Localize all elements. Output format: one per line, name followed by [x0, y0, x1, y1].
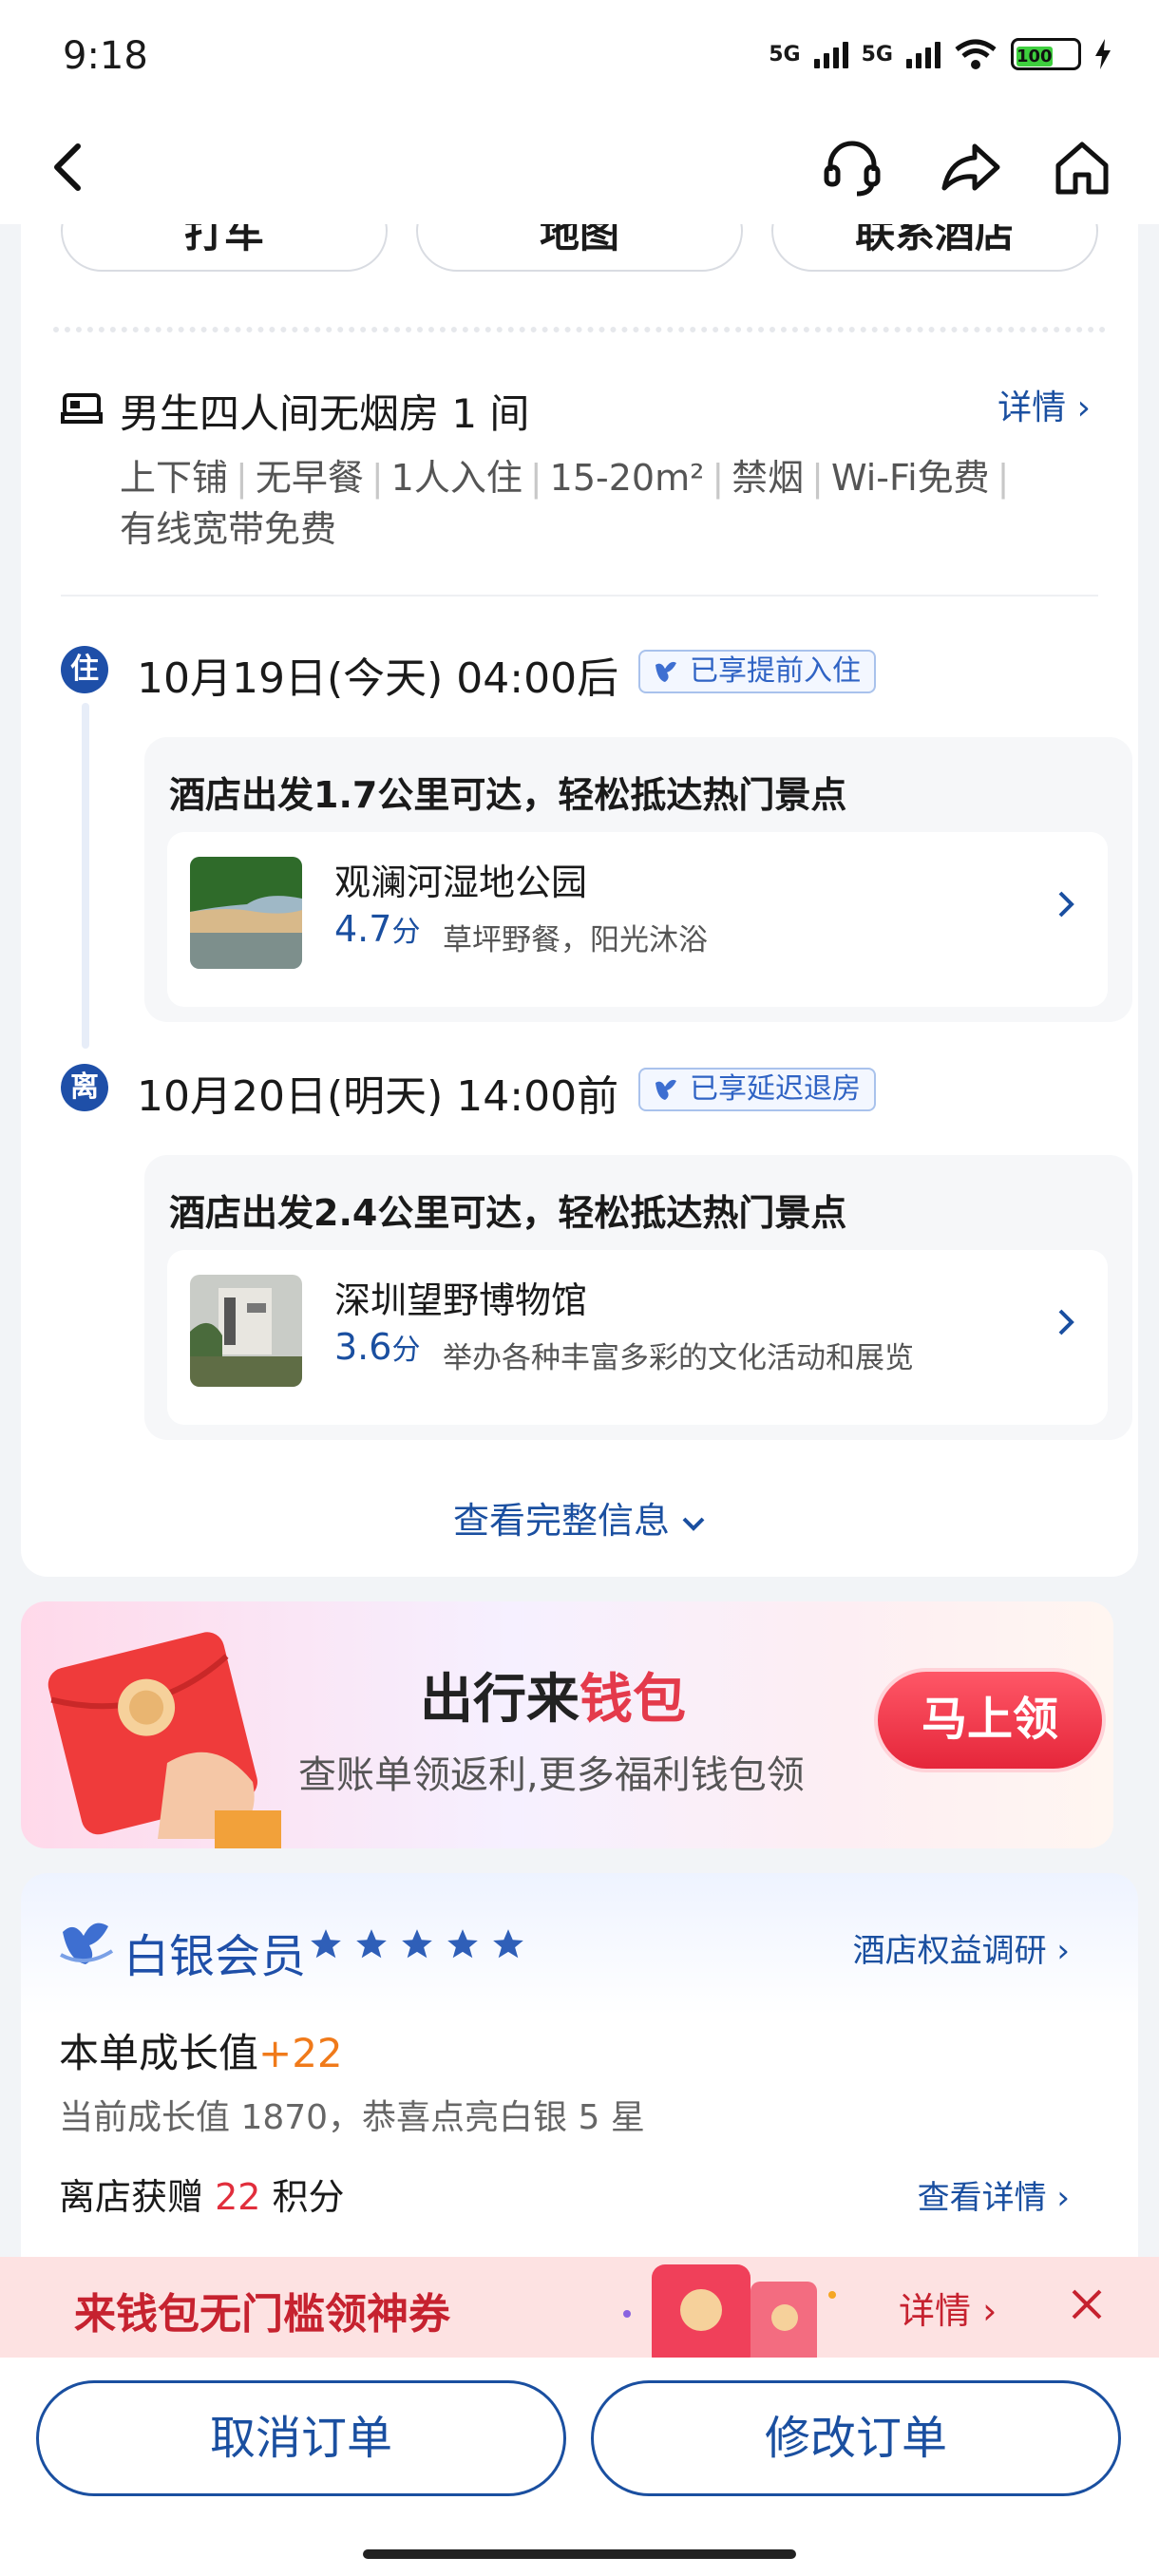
wallet-promo-banner[interactable]: 出行来钱包 查账单领返利,更多福利钱包领 马上领 — [21, 1601, 1113, 1848]
member-bird-icon — [60, 1923, 114, 1964]
room-facilities: 上下铺 | 无早餐 | 1人入住 | 15-20m² | 禁烟 | Wi-Fi免费 | 有线宽带免费 — [120, 457, 1010, 550]
spot-score-1: 4.7分 — [334, 908, 421, 950]
action-buttons-row: 打车 地图 联系酒店 — [0, 224, 1159, 281]
section-divider — [61, 595, 1098, 597]
checkin-date: 10月19日(今天) 04:00后 — [137, 654, 619, 703]
bottom-action-bar: 取消订单 修改订单 — [0, 2358, 1159, 2576]
chevron-down-icon — [682, 1517, 705, 1531]
signal-icon — [813, 40, 848, 68]
star-icon — [493, 1929, 523, 1959]
checkout-points: 离店获赠 22 积分 — [59, 2176, 345, 2218]
promo-subtitle: 查账单领返利,更多福利钱包领 — [298, 1753, 805, 1797]
spot-name-1: 观澜河湿地公园 — [334, 862, 588, 903]
red-envelope-icon — [623, 2264, 836, 2358]
customer-service-icon[interactable] — [819, 135, 885, 201]
spot-score-2: 3.6分 — [334, 1326, 421, 1368]
status-bar: 9:18 5G 5G 100 — [0, 0, 1159, 114]
promo-title: 出行来钱包 — [420, 1669, 686, 1731]
cancel-order-button[interactable]: 取消订单 — [36, 2380, 566, 2496]
checkin-badge: 住 — [61, 646, 108, 693]
order-growth-value: 本单成长值+22 — [59, 2030, 343, 2076]
network-label-2: 5G — [861, 42, 893, 66]
star-icon — [356, 1929, 387, 1959]
back-icon[interactable] — [42, 139, 99, 196]
wifi-icon — [955, 39, 997, 69]
room-title: 男生四人间无烟房 1 间 — [120, 390, 530, 437]
bed-icon — [61, 393, 103, 424]
points-detail-link[interactable]: 查看详情 › — [918, 2171, 1070, 2218]
spot-card-1[interactable]: 观澜河湿地公园 4.7分 草坪野餐，阳光沐浴 — [167, 832, 1108, 1007]
timeline-line — [82, 703, 89, 1049]
chevron-right-icon — [1058, 891, 1074, 918]
bird-icon — [656, 1079, 676, 1100]
member-level: 白银会员 — [124, 1930, 307, 1983]
checkout-nearby-title: 酒店出发2.4公里可达，轻松抵达热门景点 — [169, 1192, 847, 1234]
spot-thumbnail-2 — [190, 1275, 302, 1387]
checkout-nearby-section: 酒店出发2.4公里可达，轻松抵达热门景点 深圳望野博物馆 3.6分 举办各种丰富… — [144, 1155, 1132, 1440]
chevron-right-icon: › — [982, 2290, 998, 2332]
hotel-benefits-survey-link[interactable]: 酒店权益调研 › — [853, 1924, 1070, 1971]
claim-now-button[interactable]: 马上领 — [874, 1668, 1106, 1772]
spot-desc-2: 举办各种丰富多彩的文化活动和展览 — [443, 1341, 914, 1375]
dotted-divider — [53, 327, 1106, 332]
checkout-badge: 离 — [61, 1064, 108, 1111]
checkin-nearby-title: 酒店出发1.7公里可达，轻松抵达热门景点 — [169, 774, 847, 816]
checkin-nearby-section: 酒店出发1.7公里可达，轻松抵达热门景点 观澜河湿地公园 4.7分 草坪野餐，阳… — [144, 737, 1132, 1022]
spot-thumbnail-1 — [190, 857, 302, 969]
status-time: 9:18 — [63, 34, 148, 78]
view-full-info-link[interactable]: 查看完整信息 — [0, 1491, 1159, 1544]
nav-bar — [0, 114, 1159, 224]
close-icon[interactable] — [1064, 2282, 1110, 2327]
room-detail-link[interactable]: 详情 › — [998, 380, 1091, 429]
home-indicator[interactable] — [363, 2549, 796, 2559]
late-checkout-tag: 已享延迟退房 — [638, 1068, 876, 1111]
charging-icon — [1095, 39, 1111, 69]
star-icon — [402, 1929, 432, 1959]
status-icons: 5G 5G 100 — [769, 38, 1112, 70]
contact-hotel-button[interactable]: 联系酒店 — [771, 224, 1098, 272]
coupon-text: 来钱包无门槛领神券 — [74, 2290, 450, 2339]
coupon-strip[interactable]: 来钱包无门槛领神券 详情 › — [0, 2257, 1159, 2358]
taxi-button[interactable]: 打车 — [61, 224, 388, 272]
chevron-right-icon: › — [1056, 1932, 1070, 1970]
checkout-date: 10月20日(明天) 14:00前 — [137, 1072, 619, 1121]
home-icon[interactable] — [1049, 135, 1115, 201]
modify-order-button[interactable]: 修改订单 — [591, 2380, 1121, 2496]
star-icon — [447, 1929, 478, 1959]
network-label-1: 5G — [769, 42, 801, 66]
chevron-right-icon: › — [1056, 2179, 1070, 2217]
map-button[interactable]: 地图 — [416, 224, 743, 272]
spot-name-2: 深圳望野博物馆 — [334, 1279, 588, 1321]
early-checkin-tag: 已享提前入住 — [638, 650, 876, 693]
battery-icon: 100 — [1011, 38, 1081, 70]
member-stars — [308, 1926, 526, 1962]
bird-icon — [656, 661, 676, 682]
share-icon[interactable] — [937, 135, 1003, 201]
chevron-right-icon: › — [1076, 388, 1091, 427]
red-envelope-icon — [48, 1632, 281, 1848]
star-icon — [311, 1929, 341, 1959]
chevron-right-icon — [1058, 1309, 1074, 1335]
signal-icon-2 — [906, 40, 940, 68]
current-growth-info: 当前成长值 1870，恭喜点亮白银 5 星 — [59, 2098, 645, 2137]
spot-card-2[interactable]: 深圳望野博物馆 3.6分 举办各种丰富多彩的文化活动和展览 — [167, 1250, 1108, 1425]
spot-desc-1: 草坪野餐，阳光沐浴 — [443, 923, 708, 957]
coupon-detail-link[interactable]: 详情 › — [899, 2282, 997, 2334]
